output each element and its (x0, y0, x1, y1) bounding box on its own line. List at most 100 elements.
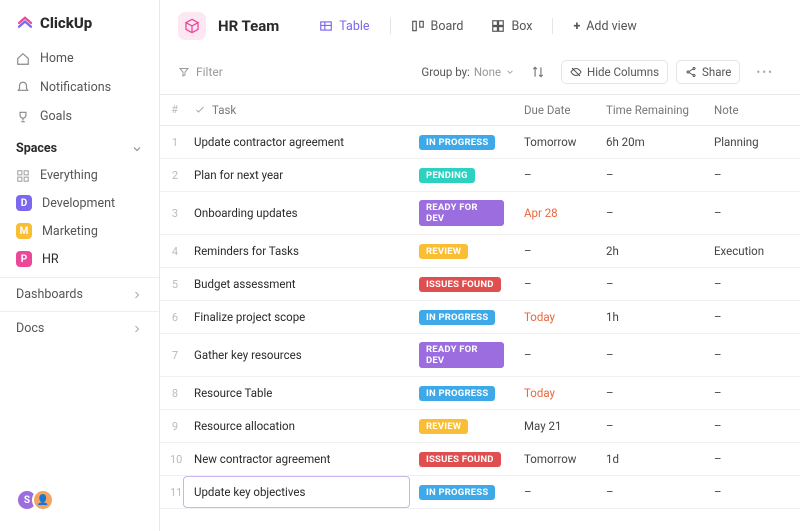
filter-button[interactable]: Filter (178, 65, 223, 79)
table-row[interactable]: 1Update contractor agreementIN PROGRESST… (160, 126, 800, 159)
due-date-cell[interactable]: May 21 (514, 411, 596, 441)
table-row[interactable]: 9Resource allocationREVIEWMay 21–– (160, 410, 800, 443)
col-header-due[interactable]: Due Date (514, 95, 596, 125)
note-cell[interactable]: – (704, 340, 800, 370)
table-row[interactable]: 3Onboarding updatesREADY FOR DEVApr 28–– (160, 192, 800, 235)
time-remaining-cell[interactable]: – (596, 477, 704, 507)
sort-button[interactable] (523, 61, 553, 83)
view-table[interactable]: Table (311, 14, 377, 39)
time-remaining-cell[interactable]: – (596, 340, 704, 370)
status-cell[interactable]: READY FOR DEV (409, 334, 514, 376)
status-cell[interactable]: ISSUES FOUND (409, 268, 514, 300)
more-button[interactable]: ••• (748, 61, 782, 83)
nav-notifications[interactable]: Notifications (0, 73, 159, 102)
nav-docs[interactable]: Docs (0, 311, 159, 345)
task-name-cell[interactable]: Resource allocation (184, 411, 409, 441)
table-row[interactable]: 5Budget assessmentISSUES FOUND––– (160, 268, 800, 301)
due-date-cell[interactable]: – (514, 236, 596, 266)
note-cell[interactable]: – (704, 198, 800, 228)
due-date-cell[interactable]: – (514, 340, 596, 370)
task-name-cell[interactable]: Plan for next year (184, 160, 409, 190)
nav-goals[interactable]: Goals (0, 102, 159, 131)
view-box[interactable]: Box (483, 14, 540, 39)
due-date-cell[interactable]: Today (514, 378, 596, 408)
status-cell[interactable]: REVIEW (409, 410, 514, 442)
workspace-icon[interactable] (178, 12, 206, 40)
col-header-note[interactable]: Note (704, 95, 800, 125)
time-remaining-cell[interactable]: – (596, 378, 704, 408)
note-cell[interactable]: – (704, 444, 800, 474)
note-cell[interactable]: – (704, 160, 800, 190)
note-cell[interactable]: – (704, 269, 800, 299)
due-date-cell[interactable]: Tomorrow (514, 127, 596, 157)
spaces-header[interactable]: Spaces (0, 131, 159, 162)
space-development[interactable]: D Development (0, 189, 159, 217)
share-button[interactable]: Share (676, 60, 740, 84)
row-index: 2 (160, 161, 184, 190)
status-cell[interactable]: IN PROGRESS (409, 377, 514, 409)
view-board[interactable]: Board (403, 14, 472, 39)
table-row[interactable]: 10New contractor agreementISSUES FOUNDTo… (160, 443, 800, 476)
space-development-label: Development (42, 196, 115, 211)
nav-home[interactable]: Home (0, 44, 159, 73)
status-cell[interactable]: PENDING (409, 159, 514, 191)
add-view-button[interactable]: + Add view (565, 14, 644, 39)
status-cell[interactable]: REVIEW (409, 235, 514, 267)
task-name-cell[interactable]: Budget assessment (184, 269, 409, 299)
nav-dashboards[interactable]: Dashboards (0, 277, 159, 311)
due-date-cell[interactable]: Today (514, 302, 596, 332)
logo[interactable]: ClickUp (0, 14, 159, 44)
table-row[interactable]: 2Plan for next yearPENDING––– (160, 159, 800, 192)
table-row[interactable]: 11Update key objectivesIN PROGRESS––– (160, 476, 800, 509)
time-remaining-cell[interactable]: – (596, 160, 704, 190)
task-name-cell[interactable]: Resource Table (184, 378, 409, 408)
status-cell[interactable]: IN PROGRESS (409, 126, 514, 158)
view-box-label: Box (511, 19, 532, 34)
task-name-cell[interactable]: Gather key resources (184, 340, 409, 370)
note-cell[interactable]: – (704, 411, 800, 441)
status-cell[interactable]: IN PROGRESS (409, 301, 514, 333)
time-remaining-cell[interactable]: – (596, 411, 704, 441)
space-marketing[interactable]: M Marketing (0, 217, 159, 245)
note-cell[interactable]: Execution (704, 236, 800, 266)
task-name-cell[interactable]: Update key objectives (184, 477, 409, 507)
space-hr[interactable]: P HR (0, 245, 159, 273)
col-header-task[interactable]: Task (184, 95, 409, 125)
space-hr-label: HR (42, 252, 59, 267)
due-date-cell[interactable]: – (514, 269, 596, 299)
task-name-cell[interactable]: Onboarding updates (184, 198, 409, 228)
task-name-cell[interactable]: Update contractor agreement (184, 127, 409, 157)
col-header-status[interactable] (409, 95, 514, 125)
table-row[interactable]: 6Finalize project scopeIN PROGRESSToday1… (160, 301, 800, 334)
col-header-time[interactable]: Time Remaining (596, 95, 704, 125)
time-remaining-cell[interactable]: 1h (596, 302, 704, 332)
status-cell[interactable]: READY FOR DEV (409, 192, 514, 234)
group-by-button[interactable]: Group by: None (421, 65, 515, 79)
status-cell[interactable]: IN PROGRESS (409, 476, 514, 508)
time-remaining-cell[interactable]: 2h (596, 236, 704, 266)
time-remaining-cell[interactable]: 1d (596, 444, 704, 474)
due-date-cell[interactable]: Apr 28 (514, 198, 596, 228)
note-cell[interactable]: – (704, 302, 800, 332)
status-cell[interactable]: ISSUES FOUND (409, 443, 514, 475)
note-cell[interactable]: – (704, 477, 800, 507)
table-row[interactable]: 4Reminders for TasksREVIEW–2hExecution (160, 235, 800, 268)
space-everything[interactable]: Everything (0, 162, 159, 189)
time-remaining-cell[interactable]: – (596, 269, 704, 299)
table-row[interactable]: 8Resource TableIN PROGRESSToday–– (160, 377, 800, 410)
task-name-cell[interactable]: Finalize project scope (184, 302, 409, 332)
avatar[interactable]: 👤 (32, 489, 54, 511)
due-date-cell[interactable]: – (514, 160, 596, 190)
time-remaining-cell[interactable]: – (596, 198, 704, 228)
hide-columns-button[interactable]: Hide Columns (561, 60, 668, 84)
note-cell[interactable]: Planning (704, 127, 800, 157)
note-cell[interactable]: – (704, 378, 800, 408)
time-remaining-cell[interactable]: 6h 20m (596, 127, 704, 157)
due-date-cell[interactable]: – (514, 477, 596, 507)
task-name-cell[interactable]: Reminders for Tasks (184, 236, 409, 266)
task-name-cell[interactable]: New contractor agreement (184, 444, 409, 474)
sidebar-footer: S 👤 (0, 479, 159, 521)
table-row[interactable]: 7Gather key resourcesREADY FOR DEV––– (160, 334, 800, 377)
col-header-index[interactable]: # (160, 95, 184, 125)
due-date-cell[interactable]: Tomorrow (514, 444, 596, 474)
